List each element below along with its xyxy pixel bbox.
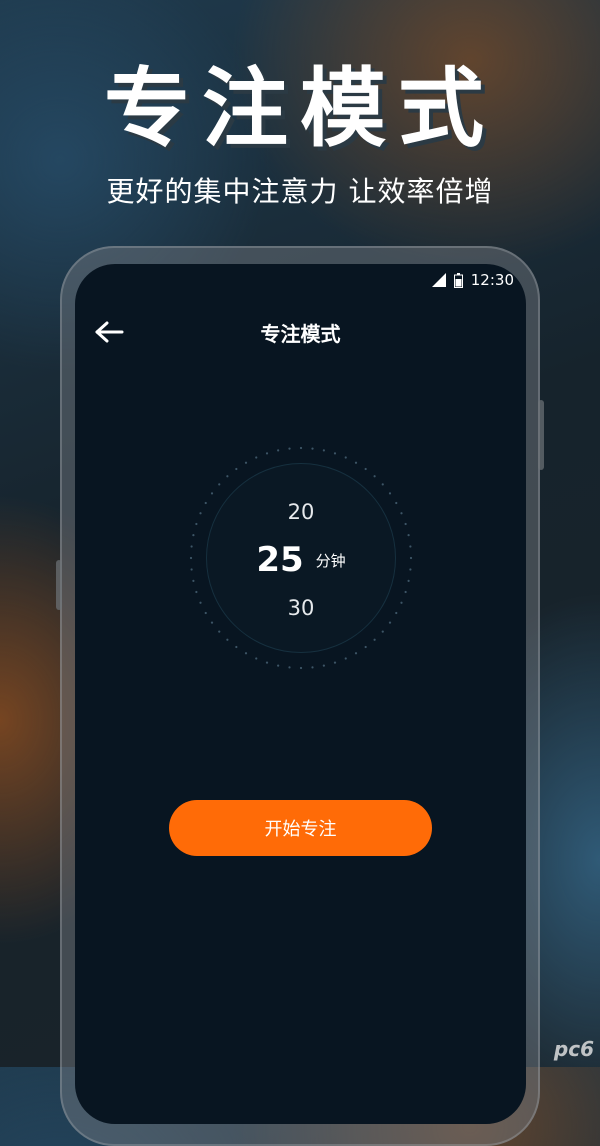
dial-tick [344, 456, 347, 459]
dial-tick [218, 483, 221, 486]
dial-tick [218, 630, 221, 633]
dial-tick [322, 664, 325, 667]
dial-tick [265, 452, 269, 455]
dial-tick [192, 534, 195, 537]
minutes-unit: 分钟 [315, 551, 346, 570]
dial-tick [381, 630, 384, 633]
dial-tick [255, 456, 258, 459]
dial-tick [311, 666, 314, 669]
dial-tick [364, 467, 367, 471]
dial-tick [210, 492, 214, 495]
dial-tick [407, 534, 410, 537]
dial-tick [388, 492, 392, 495]
dial-tick [344, 657, 347, 660]
dial-tick [192, 579, 195, 582]
dial-tick [235, 645, 238, 649]
dial-tick [333, 452, 337, 455]
time-option-selected[interactable]: 25 分钟 [187, 540, 415, 580]
start-focus-button[interactable]: 开始专注 [169, 800, 432, 856]
signal-icon [431, 273, 446, 287]
time-option-previous[interactable]: 20 [187, 500, 415, 524]
dial-tick [373, 638, 376, 641]
dial-tick [354, 461, 358, 464]
dial-tick [265, 661, 269, 664]
dial-tick [244, 461, 248, 464]
hero-subtitle: 更好的集中注意力 让效率倍增 [106, 175, 494, 208]
dial-tick [404, 590, 407, 594]
dial-tick [373, 475, 376, 478]
status-bar: 12:30 [431, 270, 514, 290]
dial-tick [255, 657, 258, 660]
dial-tick [277, 449, 280, 452]
time-option-next[interactable]: 30 [187, 596, 415, 620]
phone-screen: 12:30 专注模式 20 25 分钟 30 开始专注 [75, 264, 526, 1124]
watermark-logo: pc6 [553, 1037, 594, 1061]
dial-tick [244, 652, 248, 655]
hero-title: 专注模式 [104, 59, 496, 159]
status-time: 12:30 [470, 271, 514, 289]
dial-tick [210, 621, 214, 624]
battery-icon [453, 272, 463, 288]
dial-tick [333, 661, 337, 664]
dial-tick [322, 449, 325, 452]
dial-tick [407, 579, 410, 582]
dial-tick [381, 483, 384, 486]
timer-dial[interactable]: 20 25 分钟 30 [187, 444, 415, 672]
dial-tick [226, 475, 229, 478]
dial-tick [288, 447, 291, 450]
dial-tick [226, 638, 229, 641]
dial-tick [364, 645, 367, 649]
dial-tick [195, 590, 198, 594]
phone-side-button-right [538, 400, 544, 470]
dial-tick [235, 467, 238, 471]
page-title: 专注模式 [260, 322, 341, 346]
dial-tick [277, 664, 280, 667]
dial-tick [354, 652, 358, 655]
phone-side-button-left [56, 560, 62, 610]
dial-tick [388, 621, 392, 624]
dial-tick [299, 446, 303, 450]
dial-tick [288, 666, 291, 669]
dial-tick [311, 447, 314, 450]
dial-tick [299, 666, 303, 670]
app-bar: 专注模式 [75, 312, 526, 352]
selected-minutes: 25 [256, 540, 304, 580]
